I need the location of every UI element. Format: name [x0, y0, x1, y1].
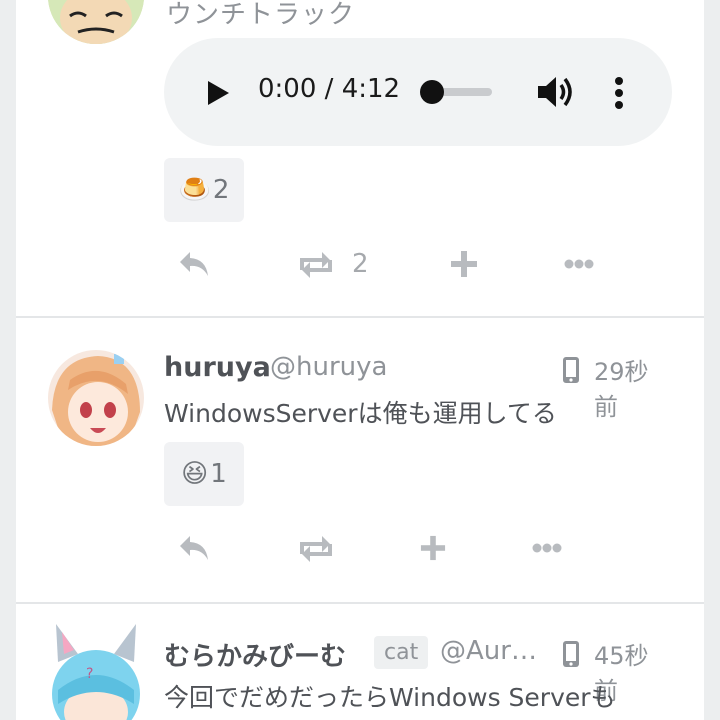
user-name[interactable]: むらかみびーむ	[164, 636, 346, 673]
audio-time: 0:00 / 4:12	[258, 74, 400, 104]
note-1: ウンチトラック 0:00 / 4:12 🍮 2 2	[16, 0, 704, 316]
more-icon	[532, 543, 562, 553]
note-actions	[164, 528, 684, 568]
reaction-count: 2	[212, 175, 230, 205]
avatar-image	[48, 350, 144, 446]
note-text: WindowsServerは俺も運用してる	[164, 399, 557, 428]
renote-button[interactable]: 2	[298, 244, 369, 284]
avatar[interactable]: ?	[48, 620, 144, 720]
avatar-image: ?	[52, 624, 140, 720]
timeline: ウンチトラック 0:00 / 4:12 🍮 2 2 huruya @huruya…	[16, 0, 704, 720]
reaction-count: 1	[210, 459, 227, 489]
react-button[interactable]	[450, 244, 478, 284]
svg-text:?: ?	[86, 666, 93, 682]
play-icon[interactable]	[206, 80, 230, 110]
reply-icon	[180, 536, 208, 560]
user-name[interactable]: huruya	[164, 352, 271, 383]
reaction-button[interactable]: 😆 1	[164, 442, 244, 506]
reaction-button[interactable]: 🍮 2	[164, 158, 244, 222]
note-header: huruya @huruya 29秒前	[164, 352, 672, 421]
pudding-emoji: 🍮	[178, 175, 211, 205]
audio-player: 0:00 / 4:12	[164, 38, 672, 146]
more-icon	[564, 259, 594, 269]
avatar-image	[48, 0, 144, 44]
note-actions: 2	[164, 244, 684, 284]
more-button[interactable]	[532, 528, 562, 568]
avatar[interactable]	[48, 0, 144, 44]
kebab-icon[interactable]	[614, 76, 624, 114]
user-handle[interactable]: @huruya	[270, 352, 387, 382]
laughing-emoji: 😆	[181, 459, 209, 489]
cat-badge: cat	[374, 636, 429, 669]
user-handle[interactable]: @Aur…	[440, 636, 537, 666]
renote-button[interactable]	[298, 528, 334, 568]
note-3: ? むらかみびーむ cat @Aur… 45秒前 今回でだめだったらWindow…	[16, 604, 704, 720]
mobile-device-icon	[562, 640, 580, 672]
note-2: huruya @huruya 29秒前 WindowsServerは俺も運用して…	[16, 318, 704, 602]
audio-current: 0:00	[258, 74, 317, 104]
seek-thumb[interactable]	[420, 80, 444, 104]
audio-separator: /	[316, 74, 342, 104]
reply-button[interactable]	[178, 244, 210, 284]
plus-icon	[451, 251, 477, 277]
reply-button[interactable]	[178, 528, 210, 568]
renote-icon	[300, 252, 332, 278]
note-text: ウンチトラック	[166, 0, 356, 30]
mobile-device-icon	[562, 356, 580, 388]
note-text: 今回でだめだったらWindows Serverも	[164, 683, 616, 712]
reply-icon	[180, 252, 208, 276]
note-time[interactable]: 29秒前	[594, 352, 672, 422]
note-header: むらかみびーむ cat @Aur… 45秒前	[164, 636, 672, 705]
volume-icon[interactable]	[536, 74, 576, 114]
avatar[interactable]	[48, 350, 144, 446]
audio-seek-slider[interactable]	[420, 80, 492, 104]
more-button[interactable]	[564, 244, 594, 284]
react-button[interactable]	[420, 528, 446, 568]
plus-icon	[420, 535, 446, 561]
renote-count: 2	[352, 249, 369, 279]
audio-duration: 4:12	[341, 74, 401, 104]
renote-icon	[300, 536, 332, 562]
